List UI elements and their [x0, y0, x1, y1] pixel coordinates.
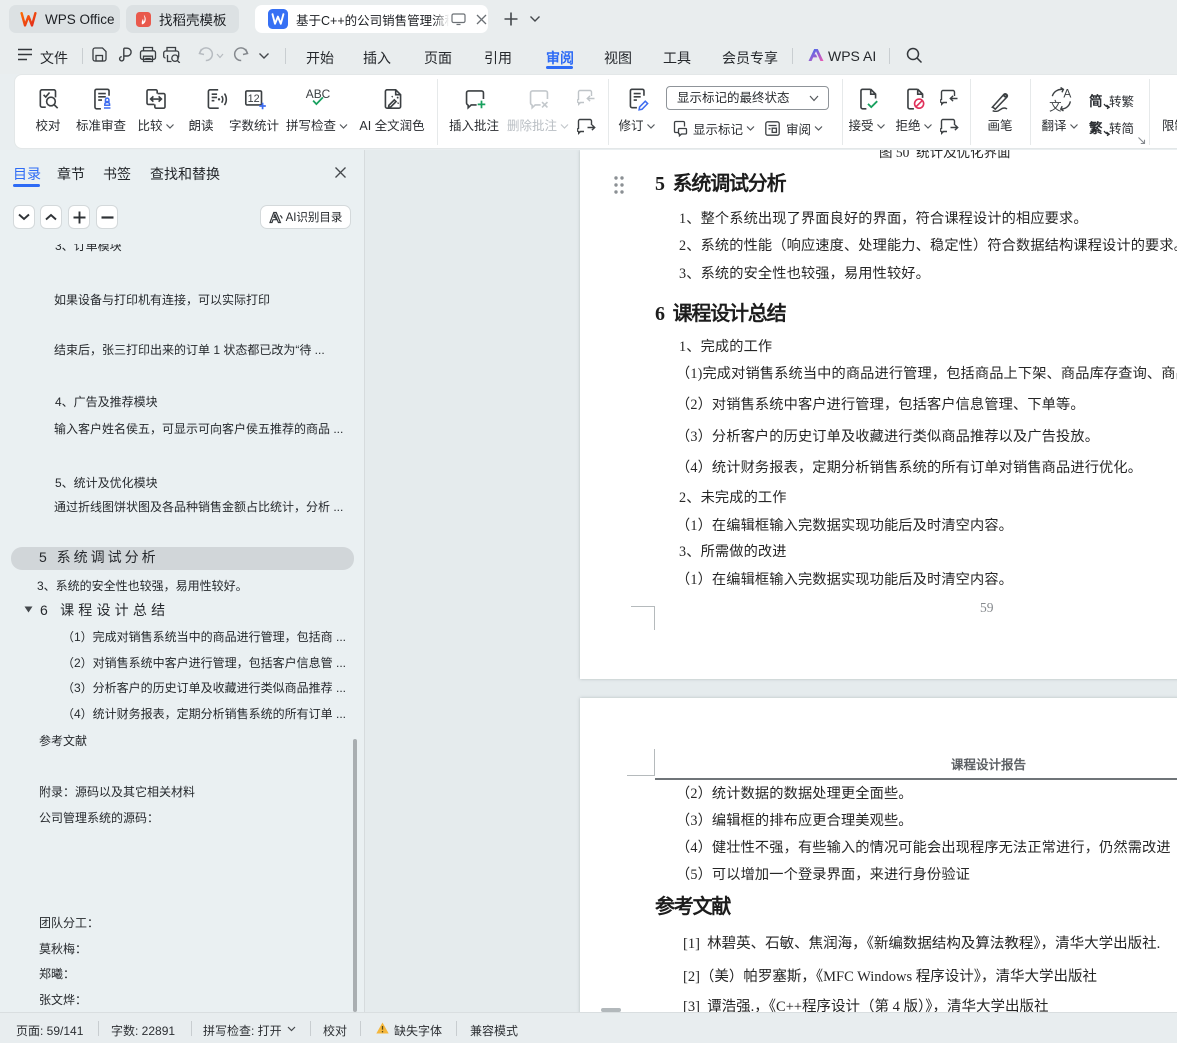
svg-text:A: A — [1063, 86, 1071, 100]
svg-text:文: 文 — [1049, 98, 1062, 112]
svg-text:ABC: ABC — [306, 87, 331, 101]
svg-text:12: 12 — [248, 93, 260, 105]
